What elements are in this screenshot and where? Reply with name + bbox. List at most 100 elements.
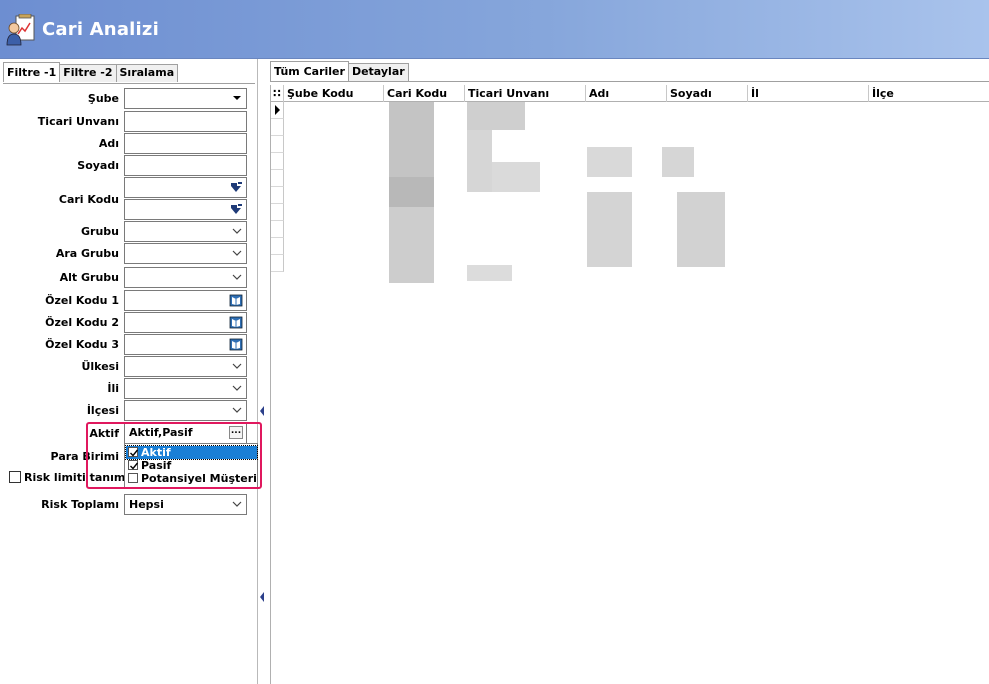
ulkesi-dropdown[interactable] [124,356,247,377]
results-panel: Tüm Cariler Detaylar ∷ Şube Kodu Cari Ko… [265,59,989,684]
aktif-multiselect[interactable]: Aktif,Pasif ... [124,422,247,444]
tab-tum-cariler[interactable]: Tüm Cariler [270,61,349,81]
row-indicator-column [271,102,284,282]
aktif-value: Aktif,Pasif [129,426,193,439]
row-indicator[interactable] [271,255,284,272]
report-chart-icon [6,14,35,46]
sube-dropdown[interactable] [124,88,247,109]
book-lookup-icon[interactable] [229,316,243,329]
lookup-icon[interactable] [229,203,243,216]
window-title: Cari Analizi [42,19,159,40]
para-birimi-label: Para Birimi [50,450,119,463]
risk-toplami-dropdown[interactable]: Hepsi [124,494,247,515]
ara-grubu-dropdown[interactable] [124,243,247,264]
dropdown-arrow-icon [233,96,241,100]
row-indicator[interactable] [271,170,284,187]
risk-toplami-label: Risk Toplamı [41,498,119,511]
sube-label: Şube [87,92,119,105]
checkbox-icon[interactable] [9,471,21,483]
row-indicator[interactable] [271,238,284,255]
cari-kodu-from-input[interactable] [124,177,247,198]
tab-divider [3,83,255,84]
column-header[interactable]: Adı [586,85,667,102]
aktif-option-aktif[interactable]: Aktif [125,445,258,460]
ara-grubu-label: Ara Grubu [55,247,119,260]
aktif-option-potansiyel[interactable]: Potansiyel Müşteri [126,472,257,485]
blurred-cell [587,147,632,177]
ilcesi-label: İlçesi [86,404,119,417]
checkbox-icon[interactable] [128,473,138,483]
filter-tabs: Filtre -1 Filtre -2 Sıralama [3,62,179,83]
blurred-cell [467,102,525,130]
ozel-kodu-2-input[interactable] [124,312,247,333]
ticari-unvani-input[interactable] [124,111,247,132]
checkbox-checked-icon[interactable] [128,460,139,470]
column-header[interactable]: Soyadı [667,85,748,102]
column-header[interactable]: Şube Kodu [284,85,384,102]
row-indicator[interactable] [271,204,284,221]
ozel-kodu-1-input[interactable] [124,290,247,311]
chevron-down-icon [232,363,242,369]
row-indicator[interactable] [271,119,284,136]
ozel-kodu-3-label: Özel Kodu 3 [45,338,119,351]
ozel-kodu-2-label: Özel Kodu 2 [45,316,119,329]
column-header[interactable]: İlçe [869,85,989,102]
chevron-down-icon [232,228,242,234]
adi-label: Adı [98,137,119,150]
soyadi-input[interactable] [124,155,247,176]
alt-grubu-dropdown[interactable] [124,267,247,288]
pasif-option-label: Pasif [141,459,172,472]
aktif-dropdown-list: Aktif Pasif Potansiyel Müşteri [124,443,258,488]
lookup-icon[interactable] [229,181,243,194]
row-indicator[interactable] [271,221,284,238]
current-row-arrow-icon [275,105,280,115]
potansiyel-option-label: Potansiyel Müşteri [141,472,257,485]
blurred-cell [389,177,434,207]
chevron-down-icon [232,407,242,413]
chevron-down-icon [232,501,242,507]
ellipsis-button[interactable]: ... [229,426,243,439]
aktif-option-pasif[interactable]: Pasif [126,459,257,472]
alt-grubu-label: Alt Grubu [59,271,119,284]
grubu-label: Grubu [81,225,119,238]
row-indicator[interactable] [271,153,284,170]
risk-toplami-value: Hepsi [129,498,164,511]
row-indicator[interactable] [271,136,284,153]
grid-corner-icon[interactable]: ∷ [271,85,284,102]
row-indicator[interactable] [271,102,284,119]
risk-limiti-label: Risk limiti tanımla [24,471,137,484]
ticari-unvani-label: Ticari Unvanı [37,115,119,128]
ili-dropdown[interactable] [124,378,247,399]
blurred-cell [467,130,492,192]
column-header[interactable]: İl [748,85,869,102]
tab-detaylar[interactable]: Detaylar [347,63,409,81]
blurred-cell [389,102,434,177]
title-bar: Cari Analizi [0,0,989,59]
cari-kodu-label: Cari Kodu [58,193,119,206]
blurred-cell [389,207,434,283]
aktif-option-label: Aktif [141,446,171,459]
cariler-grid[interactable]: ∷ Şube Kodu Cari Kodu Ticari Unvanı Adı … [270,85,989,684]
column-header[interactable]: Cari Kodu [384,85,465,102]
book-lookup-icon[interactable] [229,294,243,307]
blurred-cell [492,162,540,192]
ulkesi-label: Ülkesi [81,360,119,373]
ilcesi-dropdown[interactable] [124,400,247,421]
cari-kodu-to-input[interactable] [124,199,247,220]
adi-input[interactable] [124,133,247,154]
tab-filtre-2[interactable]: Filtre -2 [59,64,117,82]
aktif-label: Aktif [89,427,119,440]
row-indicator[interactable] [271,187,284,204]
ozel-kodu-1-label: Özel Kodu 1 [45,294,119,307]
blurred-cell [662,147,694,177]
risk-limiti-checkbox[interactable]: Risk limiti tanımla [9,471,137,484]
tab-filtre-1[interactable]: Filtre -1 [3,62,61,82]
column-header[interactable]: Ticari Unvanı [465,85,586,102]
grid-header: ∷ Şube Kodu Cari Kodu Ticari Unvanı Adı … [271,85,989,102]
ozel-kodu-3-input[interactable] [124,334,247,355]
book-lookup-icon[interactable] [229,338,243,351]
tab-divider [270,81,989,82]
grubu-dropdown[interactable] [124,221,247,242]
tab-siralama[interactable]: Sıralama [115,64,179,82]
checkbox-checked-icon[interactable] [128,447,139,457]
